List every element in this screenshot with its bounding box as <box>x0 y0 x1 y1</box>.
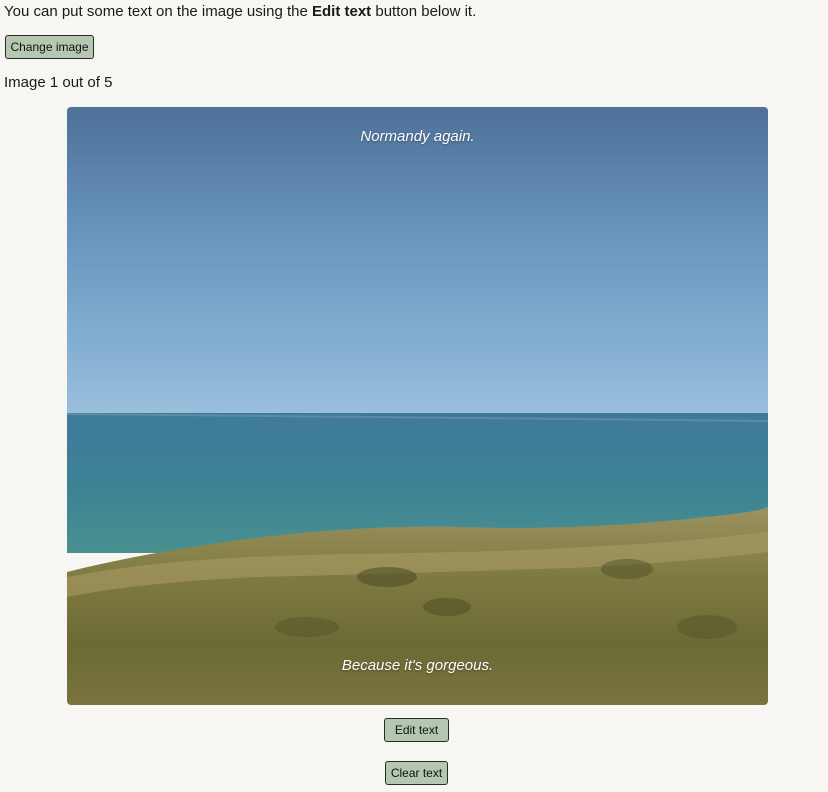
grass-shadow <box>423 598 471 616</box>
image-counter: Image 1 out of 5 <box>4 74 113 91</box>
image-display: Normandy again. Because it's gorgeous. <box>67 107 768 705</box>
instructions-suffix: button below it. <box>375 3 477 20</box>
image-top-caption: Normandy again. <box>360 128 475 145</box>
instructions-prefix: You can put some text on the image using… <box>4 3 308 20</box>
clear-text-button[interactable]: Clear text <box>385 761 448 785</box>
instructions-emphasis: Edit text <box>312 3 372 20</box>
image-bottom-caption: Because it's gorgeous. <box>341 657 494 674</box>
sky <box>67 107 768 417</box>
grass-shadow <box>677 615 737 639</box>
instructions-text: You can put some text on the image using… <box>4 3 476 21</box>
grass-shadow <box>357 567 417 587</box>
landscape-photo <box>67 107 768 705</box>
edit-text-button[interactable]: Edit text <box>384 718 449 742</box>
change-image-button[interactable]: Change image <box>5 35 94 59</box>
grass-shadow <box>275 617 339 637</box>
grass-shadow <box>601 559 653 579</box>
